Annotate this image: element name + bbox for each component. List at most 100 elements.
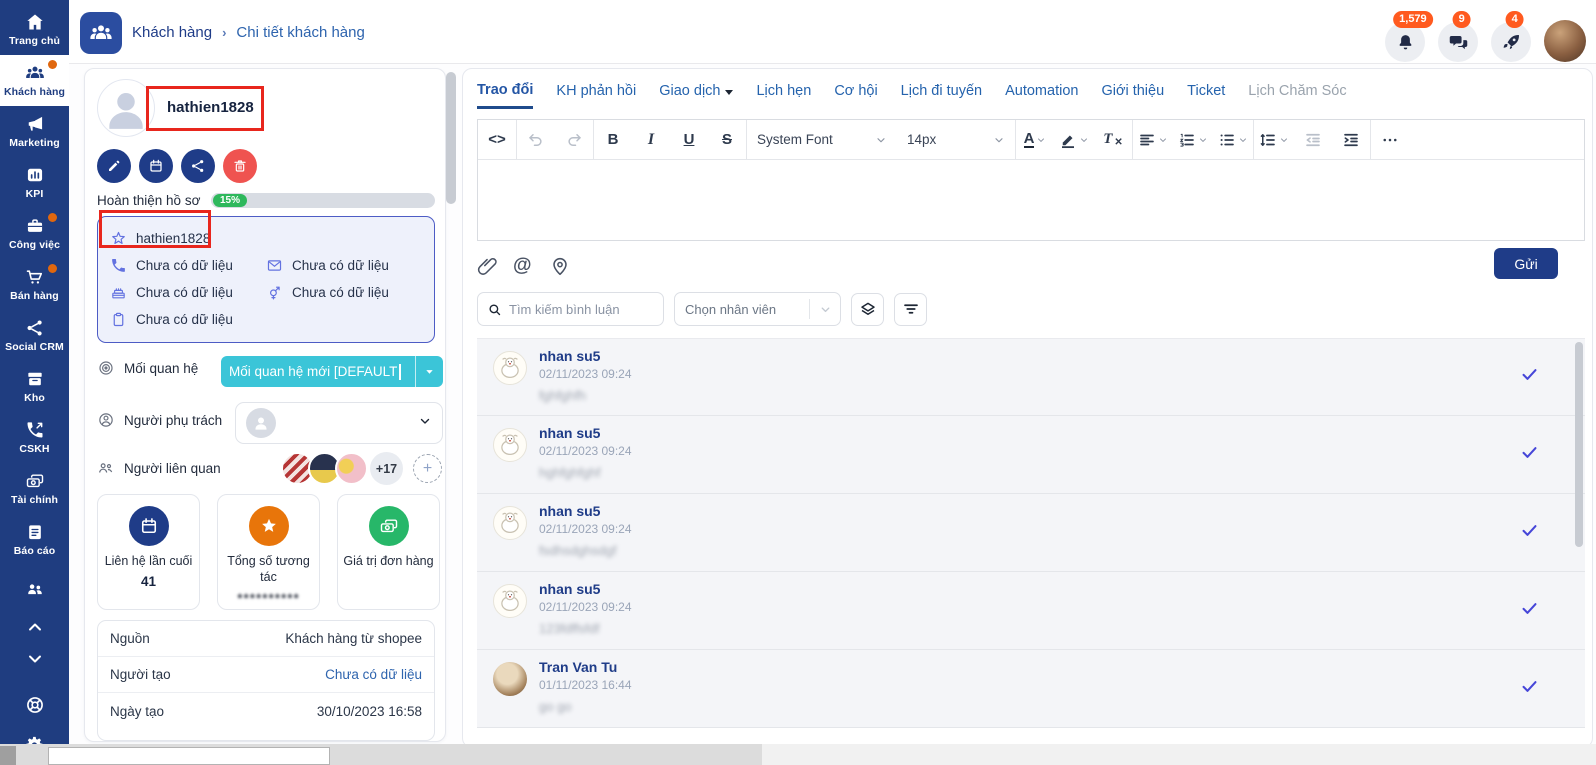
schedule-button[interactable] [139, 149, 173, 183]
tab-co-hoi[interactable]: Cơ hội [834, 83, 877, 107]
sidebar-item-sales[interactable]: Bán hàng [0, 259, 69, 310]
comments-scrollbar[interactable] [1575, 342, 1583, 547]
sidebar-item-cskh[interactable]: CSKH [0, 412, 69, 463]
tab-lich-hen[interactable]: Lịch hẹn [756, 83, 811, 107]
sidebar-scroll-down[interactable] [0, 645, 69, 673]
location-icon[interactable] [549, 255, 571, 277]
check-icon[interactable] [1520, 365, 1539, 389]
user-avatar[interactable] [1544, 20, 1586, 62]
comment-author[interactable]: Tran Van Tu [539, 659, 617, 675]
highlighter-icon [1059, 131, 1077, 149]
sidebar-item-reports[interactable]: Báo cáo [0, 514, 69, 565]
messages-button[interactable]: 9 [1438, 22, 1478, 62]
comment-author[interactable]: nhan su5 [539, 503, 600, 519]
relationship-select[interactable]: Mối quan hệ mới [DEFAULT [221, 356, 443, 387]
sidebar-item-finance[interactable]: Tài chính [0, 463, 69, 514]
align-button[interactable] [1133, 120, 1173, 159]
underline-button[interactable]: U [670, 120, 708, 159]
related-people-row: Người liên quan +17 + [97, 459, 435, 477]
stat-label: Giá trị đơn hàng [339, 553, 437, 569]
sidebar-item-meeting[interactable] [0, 573, 69, 607]
font-family-select[interactable]: System Font [747, 120, 897, 159]
tab-lich-cham-soc[interactable]: Lịch Chăm Sóc [1248, 83, 1346, 107]
meta-value: Khách hàng từ shopee [285, 631, 422, 646]
stat-order-value[interactable]: Giá trị đơn hàng [337, 494, 440, 610]
sidebar-item-home[interactable]: Trang chủ [0, 4, 69, 55]
undo-button[interactable] [517, 120, 555, 159]
comment-author[interactable]: nhan su5 [539, 348, 600, 364]
cake-icon [110, 284, 127, 301]
comment-item[interactable]: nhan su5 02/11/2023 09:24 123fdffsfdf [477, 572, 1585, 650]
breadcrumb-section[interactable]: Khách hàng [132, 24, 212, 41]
more-tools-button[interactable] [1371, 120, 1409, 159]
send-button[interactable]: Gửi [1494, 248, 1558, 279]
tab-automation[interactable]: Automation [1005, 83, 1078, 107]
code-view-button[interactable]: <> [478, 120, 516, 159]
sidebar-item-kpi[interactable]: KPI [0, 157, 69, 208]
caret-down-icon[interactable] [415, 356, 443, 387]
tab-gioi-thieu[interactable]: Giới thiệu [1101, 83, 1164, 107]
comment-author[interactable]: nhan su5 [539, 425, 600, 441]
stat-total-interactions[interactable]: Tổng số tương tác ********** [217, 494, 320, 610]
stats-row: Liên hệ lần cuối 41 Tổng số tương tác **… [97, 494, 442, 610]
profile-scrollbar[interactable] [446, 72, 456, 204]
sidebar-item-warehouse[interactable]: Kho [0, 361, 69, 412]
delete-button[interactable] [223, 149, 257, 183]
check-icon[interactable] [1520, 677, 1539, 701]
sidebar-item-marketing[interactable]: Marketing [0, 106, 69, 157]
text-color-button[interactable]: A [1016, 120, 1054, 159]
share-button[interactable] [181, 149, 215, 183]
star-icon [249, 506, 289, 546]
notifications-button[interactable]: 1,579 [1385, 22, 1425, 62]
line-height-button[interactable] [1254, 120, 1294, 159]
editor-text-area[interactable] [478, 160, 1584, 240]
check-icon[interactable] [1520, 521, 1539, 545]
comment-item[interactable]: nhan su5 02/11/2023 09:24 hghfghfghf [477, 416, 1585, 494]
tab-ticket[interactable]: Ticket [1187, 83, 1225, 107]
meta-value[interactable]: Chưa có dữ liệu [325, 667, 422, 682]
redo-button[interactable] [555, 120, 593, 159]
group-comments-button[interactable] [851, 293, 884, 326]
stat-last-contact[interactable]: Liên hệ lần cuối 41 [97, 494, 200, 610]
at-mention-icon[interactable]: @ [513, 255, 535, 277]
indent-button[interactable] [1332, 120, 1370, 159]
check-icon[interactable] [1520, 443, 1539, 467]
comment-author[interactable]: nhan su5 [539, 581, 600, 597]
sidebar-item-customers[interactable]: Khách hàng [0, 55, 69, 106]
assignee-select[interactable] [235, 402, 443, 444]
check-icon[interactable] [1520, 599, 1539, 623]
updates-button[interactable]: 4 [1491, 22, 1531, 62]
comment-item[interactable]: nhan su5 02/11/2023 09:24 fsdhsdghsdgf [477, 494, 1585, 572]
filter-comments-button[interactable] [894, 293, 927, 326]
comment-search-input[interactable] [509, 302, 654, 317]
bold-button[interactable]: B [594, 120, 632, 159]
related-extra-count[interactable]: +17 [370, 452, 403, 485]
sidebar-help[interactable] [0, 687, 69, 723]
tab-lich-di-tuyen[interactable]: Lịch đi tuyến [901, 83, 982, 107]
tab-giao-dich[interactable]: Giao dịch [659, 83, 733, 107]
italic-button[interactable]: I [632, 120, 670, 159]
bullet-list-button[interactable] [1213, 120, 1253, 159]
tab-kh-phan-hoi[interactable]: KH phản hồi [556, 83, 636, 107]
sidebar-item-social-crm[interactable]: Social CRM [0, 310, 69, 361]
strikethrough-button[interactable]: S [708, 120, 746, 159]
clear-format-button[interactable]: T✕ [1094, 120, 1132, 159]
customer-avatar[interactable] [97, 79, 155, 137]
ordered-list-button[interactable] [1173, 120, 1213, 159]
sidebar-scroll-up[interactable] [0, 613, 69, 641]
comment-item[interactable]: nhan su5 02/11/2023 09:24 fghfghfh [477, 338, 1585, 416]
comment-item[interactable]: Tran Van Tu 01/11/2023 16:44 go go [477, 650, 1585, 728]
sidebar-item-tasks[interactable]: Công việc [0, 208, 69, 259]
employee-select[interactable]: Chọn nhân viên [674, 292, 841, 326]
font-size-select[interactable]: 14px [897, 120, 1015, 159]
topbar: Khách hàng › Chi tiết khách hàng 1,579 9… [69, 0, 1596, 64]
edit-button[interactable] [97, 149, 131, 183]
paperclip-icon[interactable] [477, 255, 499, 277]
phone-field: Chưa có dữ liệu [110, 252, 266, 279]
person-circle-icon [97, 411, 115, 429]
tab-trao-doi[interactable]: Trao đổi [477, 82, 533, 109]
outdent-button[interactable] [1294, 120, 1332, 159]
add-related-button[interactable]: + [413, 454, 442, 483]
related-avatar[interactable] [335, 452, 368, 485]
highlight-color-button[interactable] [1054, 120, 1094, 159]
